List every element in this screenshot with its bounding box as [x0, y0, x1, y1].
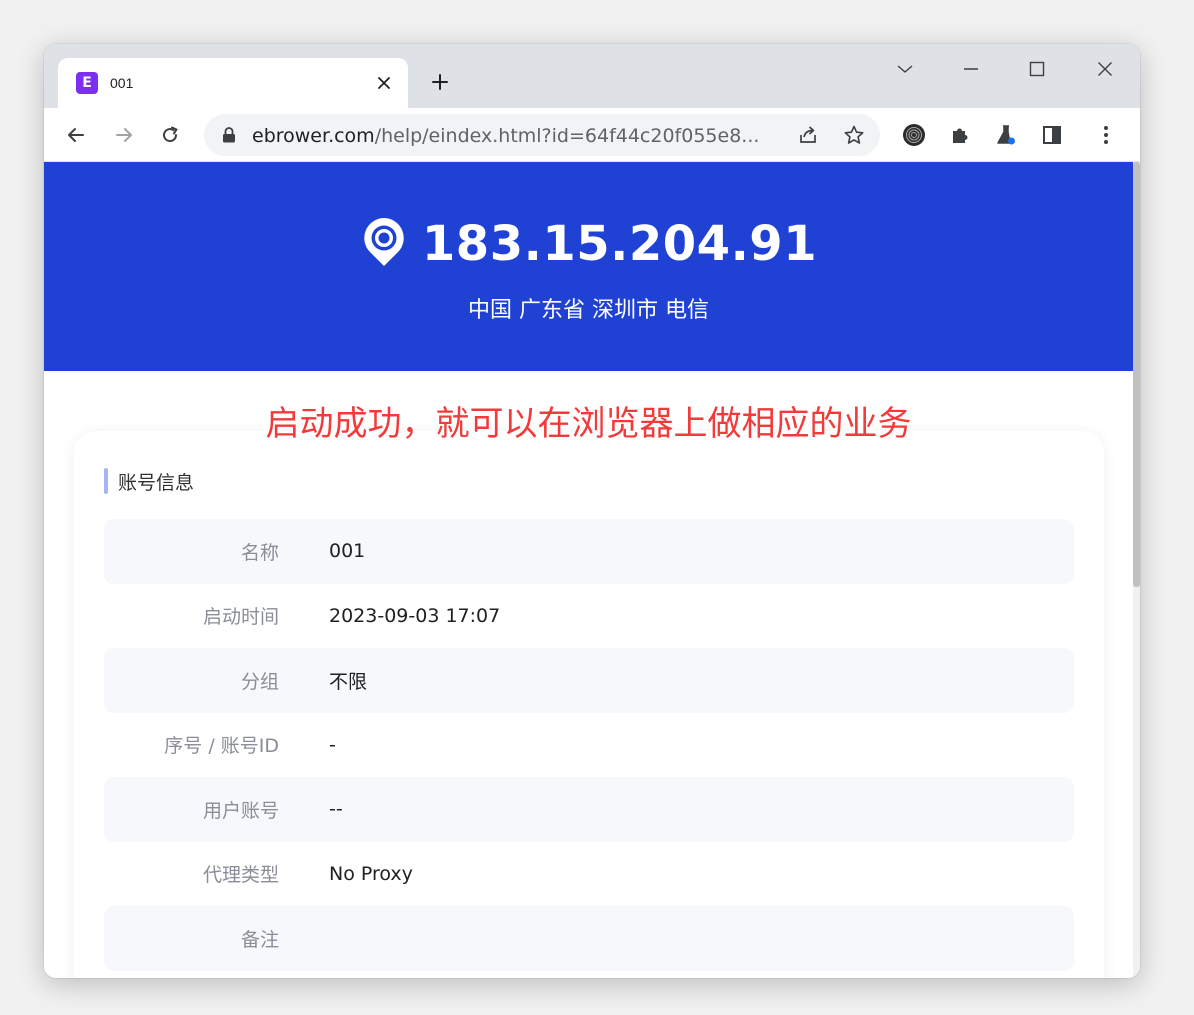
- info-row-account-id: 序号 / 账号ID -: [104, 713, 1074, 778]
- url-text[interactable]: ebrower.com/help/eindex.html?id=64f44c20…: [252, 125, 759, 147]
- info-value: 2023-09-03 17:07: [329, 604, 501, 627]
- info-label: 代理类型: [202, 864, 279, 887]
- info-row-name: 名称 001: [104, 519, 1074, 584]
- tab-strip: E 001: [44, 44, 1140, 108]
- address-bar[interactable]: ebrower.com/help/eindex.html?id=64f44c20…: [204, 114, 880, 156]
- info-row-remarks: 备注: [104, 906, 1074, 971]
- close-window-icon[interactable]: [1082, 52, 1128, 86]
- launch-success-annotation: 启动成功，就可以在浏览器上做相应的业务: [265, 404, 912, 444]
- fingerprint-extension-icon[interactable]: [898, 119, 930, 151]
- tab-title: 001: [110, 75, 134, 91]
- info-value: No Proxy: [329, 862, 413, 885]
- scrollbar-thumb[interactable]: [1133, 162, 1140, 587]
- browser-window: E 001 ebrower.com/help/eindex.html?id=64…: [44, 44, 1140, 978]
- ip-location: 中国 广东省 深圳市 电信: [468, 298, 709, 323]
- labs-flask-icon[interactable]: [990, 119, 1022, 151]
- tab-search-chevron-icon[interactable]: [882, 52, 928, 86]
- info-row-user-account: 用户账号 --: [104, 777, 1074, 842]
- section-header: 账号信息: [104, 468, 194, 494]
- ip-banner: 183.15.204.91 中国 广东省 深圳市 电信: [44, 162, 1133, 371]
- url-path: /help/eindex.html?id=64f44c20f055e8...: [374, 125, 760, 147]
- share-icon[interactable]: [794, 121, 822, 149]
- new-tab-icon[interactable]: [424, 66, 456, 98]
- side-panel-icon[interactable]: [1036, 119, 1068, 151]
- account-info-list: 名称 001 启动时间 2023-09-03 17:07 分组 不限 序号 / …: [104, 519, 1074, 971]
- back-arrow-icon[interactable]: [60, 119, 92, 151]
- more-menu-icon[interactable]: [1090, 119, 1122, 151]
- lock-icon[interactable]: [222, 127, 236, 148]
- ip-address: 183.15.204.91: [421, 216, 818, 272]
- browser-toolbar: ebrower.com/help/eindex.html?id=64f44c20…: [44, 108, 1140, 162]
- info-label: 序号 / 账号ID: [164, 735, 279, 758]
- section-title: 账号信息: [118, 471, 195, 494]
- maximize-icon[interactable]: [1014, 52, 1060, 86]
- section-accent-bar: [104, 468, 108, 494]
- location-pin-icon: [360, 215, 408, 274]
- ip-row: 183.15.204.91: [44, 214, 1133, 274]
- tab-favicon-icon: E: [76, 72, 98, 94]
- info-row-group: 分组 不限: [104, 648, 1074, 713]
- reload-icon[interactable]: [154, 119, 186, 151]
- info-label: 用户账号: [202, 799, 279, 822]
- info-label: 分组: [240, 670, 279, 693]
- forward-arrow-icon[interactable]: [108, 119, 140, 151]
- info-row-start-time: 启动时间 2023-09-03 17:07: [104, 584, 1074, 649]
- info-value: 不限: [329, 670, 368, 693]
- info-value: 001: [329, 540, 366, 563]
- info-label: 名称: [240, 541, 279, 564]
- bookmark-star-icon[interactable]: [840, 121, 868, 149]
- account-info-card: 账号信息 名称 001 启动时间 2023-09-03 17:07 分组 不限 …: [74, 431, 1104, 978]
- tab-close-icon[interactable]: [372, 71, 396, 95]
- extensions-puzzle-icon[interactable]: [944, 119, 976, 151]
- info-row-proxy-type: 代理类型 No Proxy: [104, 842, 1074, 907]
- page-content: 183.15.204.91 中国 广东省 深圳市 电信 启动成功，就可以在浏览器…: [44, 162, 1133, 978]
- url-domain: ebrower.com: [252, 125, 375, 147]
- minimize-icon[interactable]: [948, 52, 994, 86]
- info-value: --: [329, 798, 343, 821]
- tab-001[interactable]: E 001: [58, 58, 408, 108]
- info-label: 备注: [240, 928, 279, 951]
- info-label: 启动时间: [202, 606, 279, 629]
- info-value: -: [329, 733, 336, 756]
